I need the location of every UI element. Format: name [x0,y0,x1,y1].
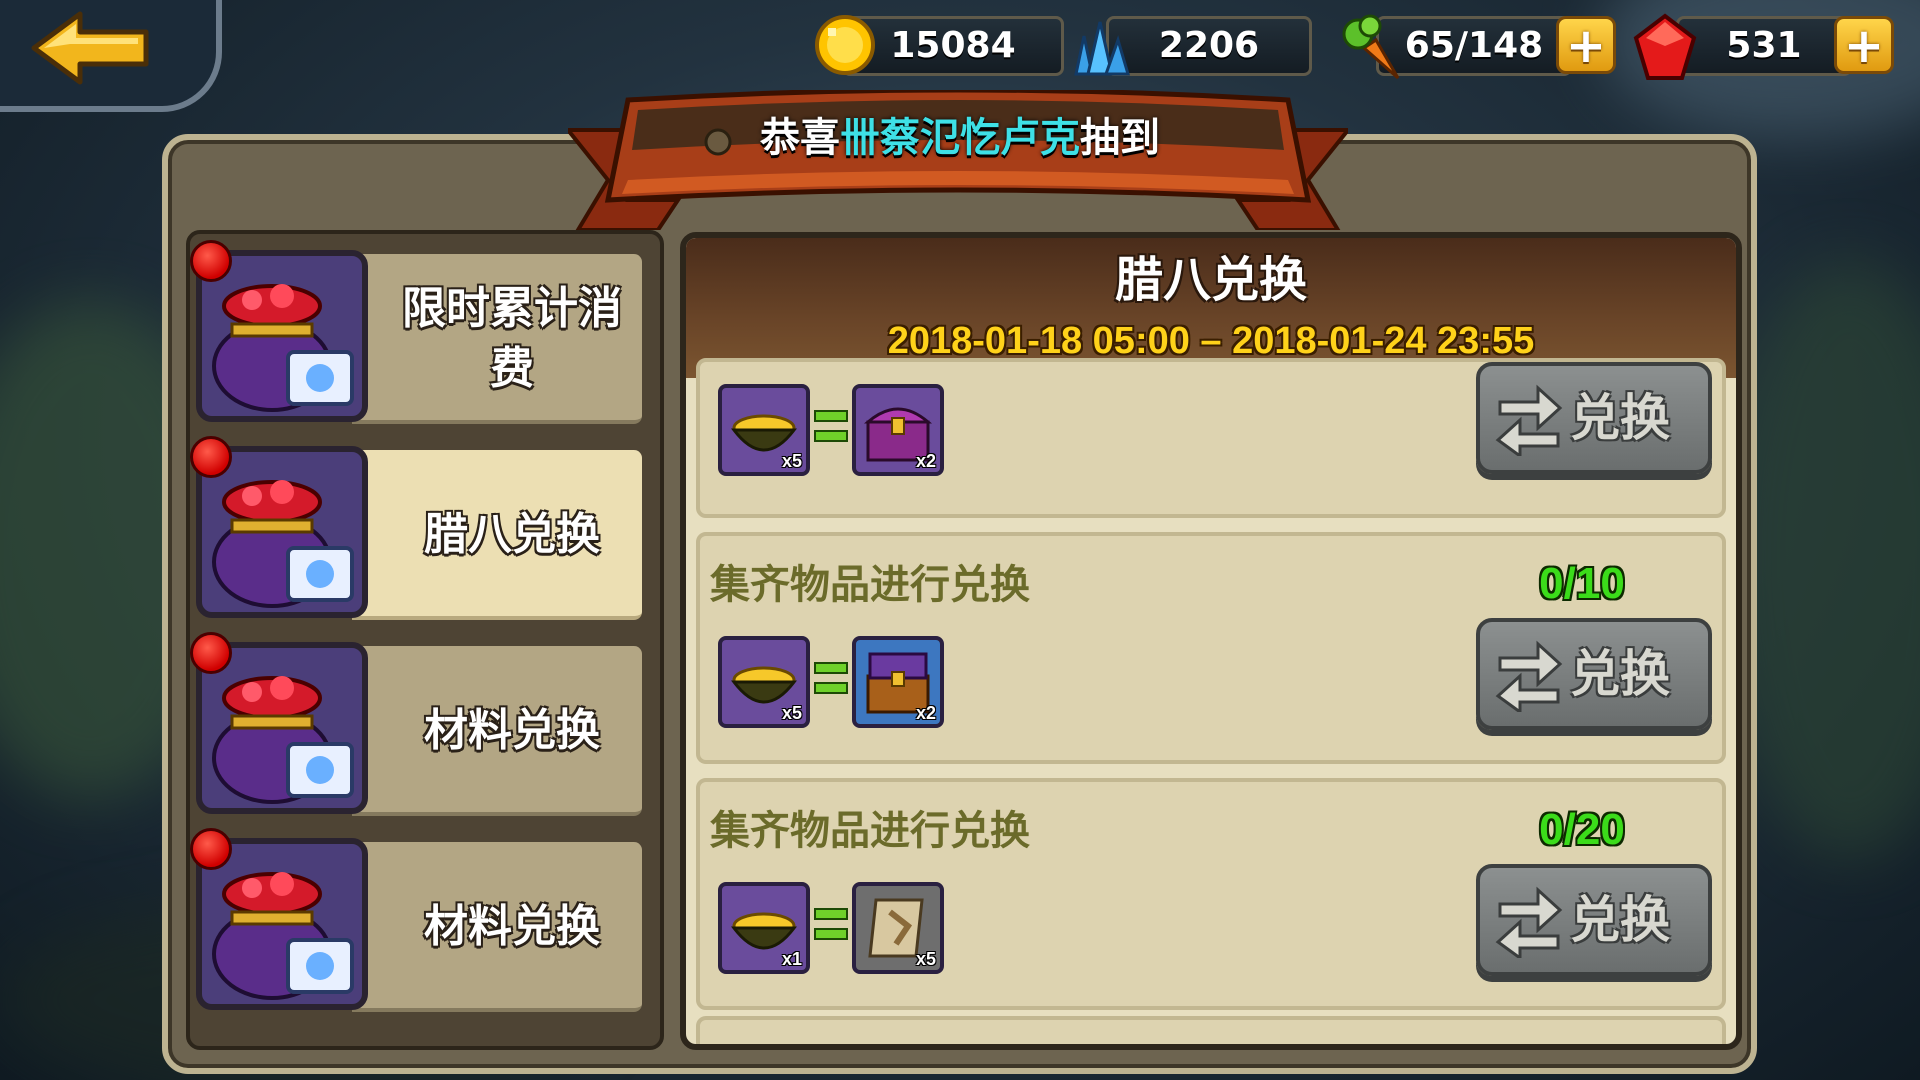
announcement-prefix: 恭喜 [760,115,840,161]
tab-label: 限时累计消费 [402,283,622,394]
exchange-row: 集齐物品进行兑换 0/10 x5 x2 兑换 [696,532,1726,764]
output-item-slot[interactable]: x2 [852,636,944,728]
announcement-player-name: 卌蔡氾忔卢克 [840,115,1080,161]
back-arrow-icon[interactable] [30,8,150,88]
output-item-slot[interactable]: x2 [852,384,944,476]
add-gem-button[interactable]: + [1834,16,1894,74]
next-row-peek [696,1016,1726,1044]
exchange-button-label: 兑换 [1570,389,1670,447]
gold-counter: 15084 [812,12,1064,76]
crystal-icon [1074,21,1131,76]
row-title: 集齐物品进行兑换 [710,808,1030,854]
row-progress: 0/10 [1539,559,1625,608]
swap-arrows-icon [1495,384,1563,456]
crystal-value: 2206 [1106,16,1312,76]
row-progress: 0/20 [1539,805,1625,854]
announcement-suffix: 抽到 [1080,115,1160,161]
item-count: x2 [915,703,936,723]
input-item-slot[interactable]: x1 [718,882,810,974]
exchange-row: 集齐物品进行兑换 0/20 x1 x5 兑换 [696,778,1726,1010]
swap-arrows-icon [1495,886,1563,958]
item-count: x5 [915,949,936,969]
exchange-button-label: 兑换 [1570,645,1670,703]
output-item-slot[interactable]: x5 [852,882,944,974]
equals-icon [814,410,848,450]
exchange-button-label: 兑换 [1570,891,1670,949]
tab-laba-exchange[interactable]: 腊八兑换 [190,436,654,622]
equals-icon [814,908,848,948]
item-count: x5 [781,451,802,471]
red-gem-icon [1633,13,1697,80]
tab-material-exchange-2[interactable]: 材料兑换 [190,828,654,1014]
notification-badge [190,828,232,870]
event-header: 腊八兑换 2018-01-18 05:00 – 2018-01-24 23:55 [686,238,1736,378]
item-count: x2 [915,451,936,471]
notification-badge [190,240,232,282]
treasure-bag-icon [212,284,354,412]
treasure-bag-icon [212,480,354,608]
notification-badge [190,632,232,674]
swap-arrows-icon [1495,640,1563,712]
input-item-slot[interactable]: x5 [718,384,810,476]
exchange-button[interactable]: 兑换 [1476,618,1712,730]
event-title: 腊八兑换 [1114,252,1307,308]
exchange-button[interactable]: 兑换 [1476,362,1712,474]
tab-label: 材料兑换 [424,705,600,756]
treasure-bag-icon [212,676,354,804]
notification-badge [190,436,232,478]
tab-limited-spending[interactable]: 限时累计消费 [190,240,654,426]
tab-label: 腊八兑换 [424,509,600,560]
input-item-slot[interactable]: x5 [718,636,810,728]
item-count: x5 [781,703,802,723]
exchange-panel: 腊八兑换 2018-01-18 05:00 – 2018-01-24 23:55… [680,232,1742,1050]
tab-label: 材料兑换 [424,901,600,952]
announcement-text: 恭喜卌蔡氾忔卢克抽到 [600,110,1320,166]
tab-material-exchange-1[interactable]: 材料兑换 [190,632,654,818]
crystal-counter: 2206 [1066,12,1312,76]
equals-icon [814,662,848,702]
item-count: x1 [781,949,802,969]
gold-coin-icon [815,15,875,75]
stamina-counter: 65/148 + [1336,12,1626,80]
gem-counter: 531 + [1632,12,1920,80]
carrot-icon [1342,14,1400,80]
exchange-row: x5 x2 兑换 [696,358,1726,518]
exchange-button[interactable]: 兑换 [1476,864,1712,976]
add-stamina-button[interactable]: + [1556,16,1616,74]
treasure-bag-icon [212,872,354,1000]
gem-value: 531 [1676,16,1852,76]
row-title: 集齐物品进行兑换 [710,562,1030,608]
